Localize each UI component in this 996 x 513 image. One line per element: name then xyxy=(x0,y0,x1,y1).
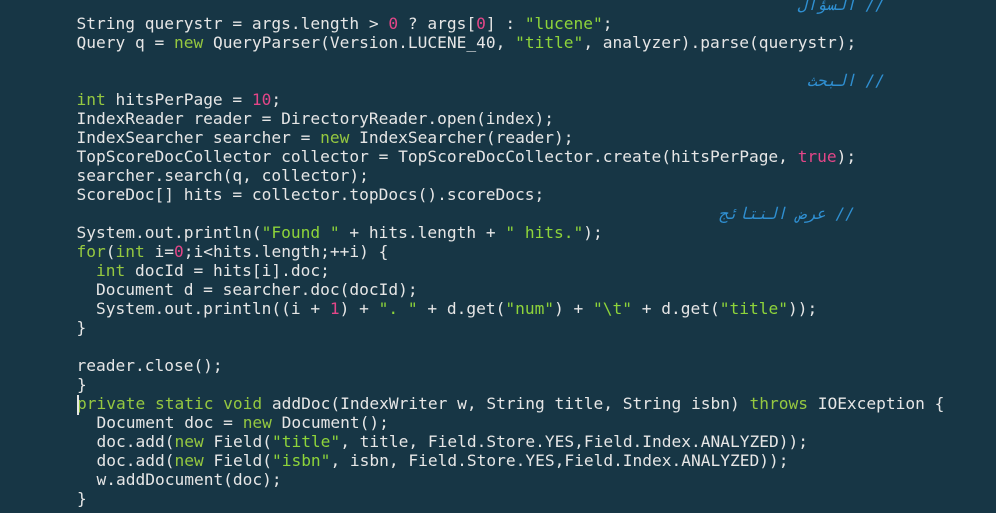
code-line[interactable]: Document d = searcher.doc(docId); xyxy=(57,280,418,299)
code-text: } xyxy=(77,375,87,394)
code-line[interactable]: private static void addDoc(IndexWriter w… xyxy=(77,394,944,413)
code-text: ) + xyxy=(554,299,594,318)
code-text: i= xyxy=(144,242,174,261)
code-text: , isbn, Field.Store.YES,Field.Index.ANAL… xyxy=(330,451,789,470)
code-text: doc.add( xyxy=(77,451,175,470)
keyword-token: new xyxy=(320,128,350,147)
keyword-token: int xyxy=(57,90,106,109)
code-text: reader.close(); xyxy=(57,356,223,375)
string-literal: "Found " xyxy=(261,223,340,242)
code-line[interactable]: IndexSearcher searcher = new IndexSearch… xyxy=(57,128,574,147)
code-text: + hits.length + xyxy=(339,223,506,242)
keyword-token: new xyxy=(174,432,204,451)
keyword-token: throws xyxy=(749,394,808,413)
number-literal: 0 xyxy=(476,14,486,33)
code-line[interactable]: Document doc = new Document(); xyxy=(77,413,389,432)
code-text: Document(); xyxy=(271,413,389,432)
code-text: hitsPerPage = xyxy=(105,90,252,109)
code-text: , title, Field.Store.YES,Field.Index.ANA… xyxy=(340,432,808,451)
code-text: , analyzer).parse(querystr); xyxy=(583,33,857,52)
code-text: docId = hits[i].doc; xyxy=(125,261,330,280)
keyword-token: new xyxy=(174,451,204,470)
code-text: ); xyxy=(583,223,603,242)
code-text: addDoc(IndexWriter w, String title, Stri… xyxy=(262,394,750,413)
code-line[interactable]: Query q = new QueryParser(Version.LUCENE… xyxy=(57,33,856,52)
code-text: ScoreDoc[] hits = collector.topDocs().sc… xyxy=(57,185,545,204)
keyword-token: new xyxy=(173,33,204,52)
number-literal: 10 xyxy=(251,90,272,109)
code-line[interactable]: } xyxy=(57,318,86,337)
code-text: IOException { xyxy=(807,394,945,413)
code-text: IndexSearcher(reader); xyxy=(349,128,574,147)
code-text: QueryParser(Version.LUCENE_40, xyxy=(203,33,516,52)
code-line[interactable]: TopScoreDocCollector collector = TopScor… xyxy=(57,147,856,166)
number-literal: 0 xyxy=(388,14,399,33)
code-line[interactable]: reader.close(); xyxy=(57,356,223,375)
string-literal: " hits." xyxy=(505,223,584,242)
code-text: Field( xyxy=(203,432,272,451)
code-line[interactable]: System.out.println((i + 1) + ". " + d.ge… xyxy=(57,299,817,318)
code-line[interactable]: doc.add(new Field("isbn", isbn, Field.St… xyxy=(77,451,789,470)
code-line[interactable]: } xyxy=(77,375,87,394)
keyword-token: new xyxy=(242,413,272,432)
code-line[interactable]: doc.add(new Field("title", title, Field.… xyxy=(77,432,808,451)
string-literal: "isbn" xyxy=(271,451,331,470)
code-text: Query q = xyxy=(57,33,174,52)
code-comment: // عرض النتائج xyxy=(718,204,855,223)
code-text: ; xyxy=(271,90,282,109)
code-comment: // البحث xyxy=(807,71,885,90)
code-text: ? args[ xyxy=(398,14,477,33)
code-text: Field( xyxy=(203,451,272,470)
code-text: ] : xyxy=(485,14,525,33)
code-text: System.out.println((i + xyxy=(57,299,330,318)
string-literal: "title" xyxy=(719,299,788,318)
number-literal: true xyxy=(797,147,837,166)
code-editor[interactable]: // السؤال String querystr = args.length … xyxy=(0,0,996,511)
keyword-token: private static void xyxy=(77,394,263,413)
code-line[interactable]: } xyxy=(77,489,87,508)
code-text: IndexReader reader = DirectoryReader.ope… xyxy=(57,109,555,128)
keyword-token: int xyxy=(57,261,126,280)
code-text: } xyxy=(57,318,87,337)
number-literal: 0 xyxy=(173,242,184,261)
string-literal: "title" xyxy=(271,432,341,451)
code-line[interactable]: ScoreDoc[] hits = collector.topDocs().sc… xyxy=(57,185,544,204)
code-line[interactable]: int docId = hits[i].doc; xyxy=(57,261,330,280)
code-text: + d.get( xyxy=(632,299,720,318)
code-line[interactable]: for(int i=0;i<hits.length;++i) { xyxy=(57,242,388,261)
code-text: searcher.search(q, collector); xyxy=(57,166,369,185)
code-text: )); xyxy=(787,299,818,318)
string-literal: "lucene" xyxy=(524,14,603,33)
code-text: w.addDocument(doc); xyxy=(77,470,282,489)
code-line[interactable]: IndexReader reader = DirectoryReader.ope… xyxy=(57,109,554,128)
code-text: Document doc = xyxy=(77,413,243,432)
code-comment: // السؤال xyxy=(797,0,885,14)
code-line[interactable]: String querystr = args.length > 0 ? args… xyxy=(57,14,613,33)
code-text: ); xyxy=(836,147,857,166)
code-text: ) + xyxy=(339,299,379,318)
keyword-token: int xyxy=(115,242,145,261)
string-literal: ". " xyxy=(378,299,418,318)
code-text: } xyxy=(77,489,87,508)
code-line[interactable]: System.out.println("Found " + hits.lengt… xyxy=(57,223,603,242)
string-literal: "title" xyxy=(515,33,584,52)
code-text: TopScoreDocCollector collector = TopScor… xyxy=(57,147,798,166)
code-text: ;i<hits.length;++i) { xyxy=(183,242,389,261)
string-literal: "num" xyxy=(505,299,555,318)
code-text: String querystr = args.length > xyxy=(57,14,389,33)
code-text: Document d = searcher.doc(docId); xyxy=(57,280,418,299)
code-text: System.out.println( xyxy=(57,223,262,242)
code-text: + d.get( xyxy=(417,299,506,318)
code-line[interactable]: int hitsPerPage = 10; xyxy=(57,90,281,109)
string-literal: "\t" xyxy=(593,299,633,318)
code-line[interactable]: w.addDocument(doc); xyxy=(77,470,282,489)
code-text: IndexSearcher searcher = xyxy=(57,128,321,147)
code-text: doc.add( xyxy=(77,432,175,451)
code-line[interactable]: searcher.search(q, collector); xyxy=(57,166,369,185)
keyword-token: for xyxy=(57,242,106,261)
code-text: ; xyxy=(602,14,613,33)
text-cursor xyxy=(77,395,79,415)
number-literal: 1 xyxy=(329,299,340,318)
